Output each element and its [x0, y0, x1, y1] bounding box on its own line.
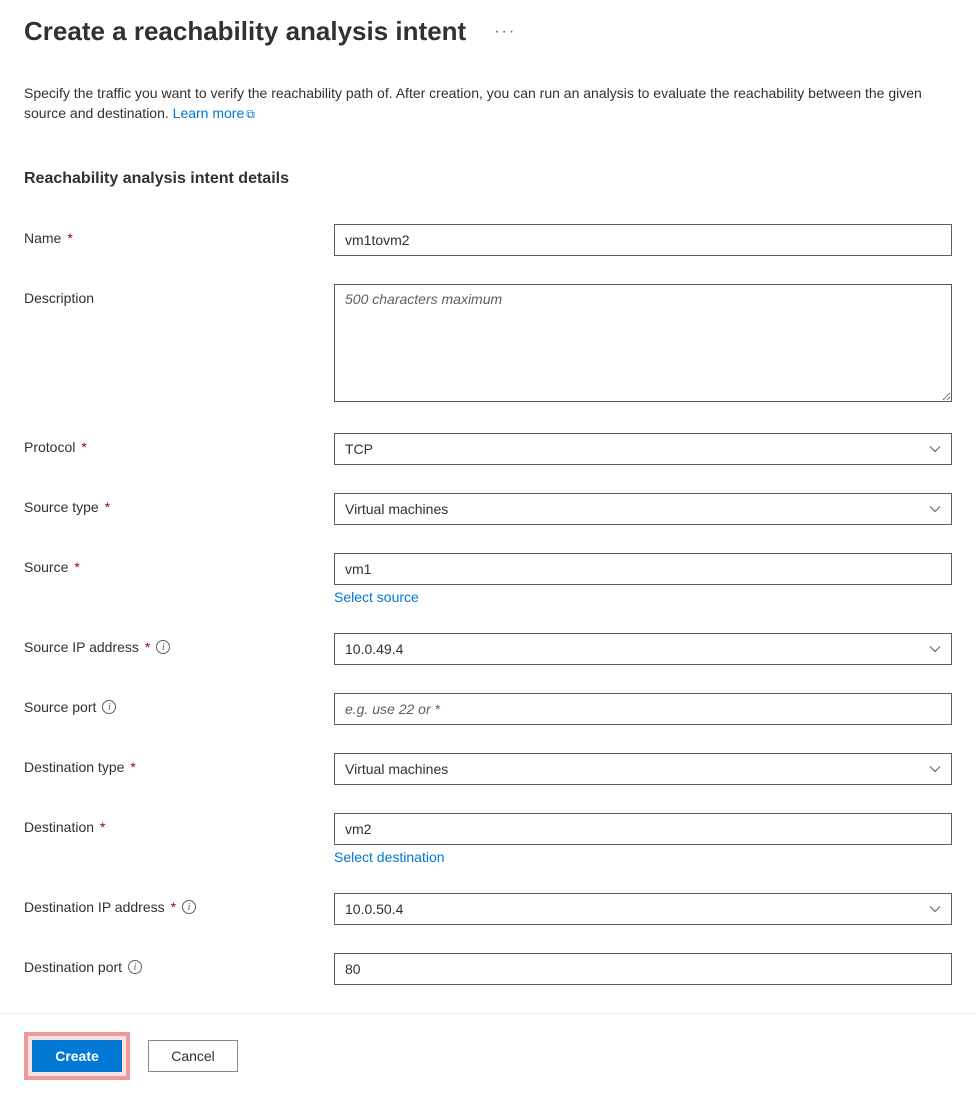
intro-paragraph: Specify the traffic you want to verify t…	[24, 83, 952, 124]
source-ip-label: Source IP address* i	[24, 633, 334, 655]
destination-ip-select[interactable]: 10.0.50.4	[334, 893, 952, 925]
destination-type-select[interactable]: Virtual machines	[334, 753, 952, 785]
protocol-label: Protocol*	[24, 433, 334, 455]
source-label: Source*	[24, 553, 334, 575]
more-actions-icon[interactable]: ···	[494, 23, 516, 41]
external-link-icon: ⧉	[246, 107, 255, 121]
source-input[interactable]	[334, 553, 952, 585]
chevron-down-icon	[929, 643, 941, 655]
description-label: Description	[24, 284, 334, 306]
chevron-down-icon	[929, 503, 941, 515]
name-label: Name*	[24, 224, 334, 246]
destination-label: Destination*	[24, 813, 334, 835]
info-icon[interactable]: i	[156, 640, 170, 654]
info-icon[interactable]: i	[128, 960, 142, 974]
chevron-down-icon	[929, 903, 941, 915]
source-type-label: Source type*	[24, 493, 334, 515]
select-source-link[interactable]: Select source	[334, 589, 419, 605]
create-button-highlight: Create	[24, 1032, 130, 1080]
cancel-button[interactable]: Cancel	[148, 1040, 238, 1072]
destination-port-label: Destination port i	[24, 953, 334, 975]
section-header-details: Reachability analysis intent details	[24, 170, 952, 188]
description-textarea[interactable]	[334, 284, 952, 402]
source-type-select[interactable]: Virtual machines	[334, 493, 952, 525]
source-port-input[interactable]	[334, 693, 952, 725]
destination-type-label: Destination type*	[24, 753, 334, 775]
intro-text: Specify the traffic you want to verify t…	[24, 85, 922, 121]
chevron-down-icon	[929, 763, 941, 775]
info-icon[interactable]: i	[182, 900, 196, 914]
destination-port-input[interactable]	[334, 953, 952, 985]
protocol-select[interactable]: TCP	[334, 433, 952, 465]
info-icon[interactable]: i	[102, 700, 116, 714]
create-button[interactable]: Create	[32, 1040, 122, 1072]
page-title: Create a reachability analysis intent	[24, 16, 466, 47]
select-destination-link[interactable]: Select destination	[334, 849, 445, 865]
destination-input[interactable]	[334, 813, 952, 845]
destination-ip-label: Destination IP address* i	[24, 893, 334, 915]
name-input[interactable]	[334, 224, 952, 256]
source-ip-select[interactable]: 10.0.49.4	[334, 633, 952, 665]
source-port-label: Source port i	[24, 693, 334, 715]
learn-more-link[interactable]: Learn more⧉	[173, 105, 255, 121]
chevron-down-icon	[929, 443, 941, 455]
